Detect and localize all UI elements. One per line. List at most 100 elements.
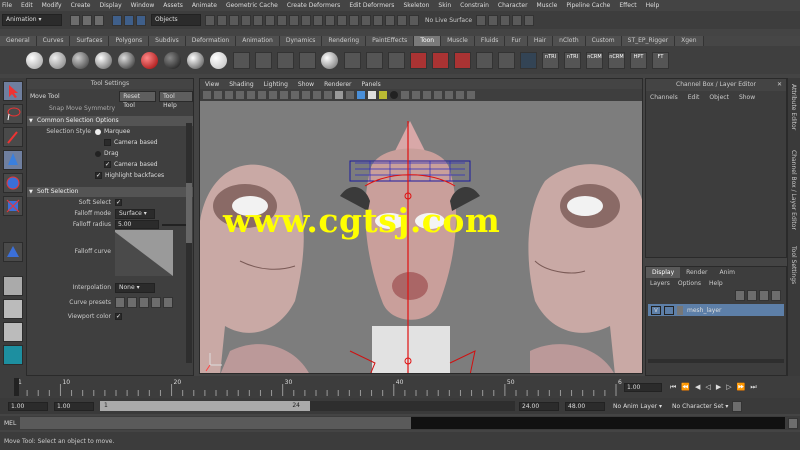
menu-item-constrain[interactable]: Constrain [460, 2, 489, 9]
snap-curve-icon[interactable] [217, 14, 227, 26]
channel-menu-object[interactable]: Object [709, 94, 729, 101]
highlight-checkbox[interactable]: ✓ [95, 172, 102, 179]
viewport-menu-lighting[interactable]: Lighting [264, 81, 288, 88]
tool-settings-scrollbar[interactable] [186, 123, 192, 363]
falloff-radius-slider[interactable] [162, 223, 186, 226]
viewport-menu-view[interactable]: View [205, 81, 219, 88]
aa-icon[interactable] [445, 91, 453, 99]
shelf-tab-polygons[interactable]: Polygons [109, 36, 150, 46]
end-time-field[interactable]: 48.00 [565, 401, 605, 411]
shelf-tab-surfaces[interactable]: Surfaces [70, 36, 110, 46]
range-bar[interactable]: 1 24 [100, 401, 310, 411]
menu-item-geometric-cache[interactable]: Geometric Cache [226, 2, 278, 9]
range-track[interactable] [310, 401, 515, 411]
scale-tool-icon[interactable] [3, 196, 23, 216]
script-editor-icon[interactable] [788, 417, 798, 429]
shelf-tab-painteffects[interactable]: PaintEffects [366, 36, 415, 46]
snap-point-icon[interactable] [229, 14, 239, 26]
shader-ball-metal-icon[interactable] [118, 51, 135, 69]
rotate-tool-icon[interactable] [3, 173, 23, 193]
shelf-ncrm-1-icon[interactable]: nCRM [586, 51, 603, 69]
select-hierarchy-icon[interactable] [112, 14, 122, 26]
motion-blur-icon[interactable] [467, 91, 475, 99]
render-icon[interactable] [277, 14, 287, 26]
vertex-snap-icon[interactable] [385, 14, 395, 26]
layer-visibility-toggle[interactable]: V [651, 305, 661, 315]
gate-mask-icon[interactable] [280, 91, 288, 99]
isolate-icon[interactable] [412, 91, 420, 99]
layer-down-icon[interactable] [747, 289, 757, 301]
tool-help-button[interactable]: Tool Help [159, 90, 193, 109]
shelf-tab-curves[interactable]: Curves [36, 36, 71, 46]
safe-action-icon[interactable] [302, 91, 310, 99]
lips-2-icon[interactable] [432, 51, 449, 69]
ao-icon[interactable] [434, 91, 442, 99]
lips-3-icon[interactable] [454, 51, 471, 69]
show-hide-layer-icon[interactable] [512, 14, 523, 26]
menu-item-effect[interactable]: Effect [619, 2, 636, 9]
shelf-tab-toon[interactable]: Toon [414, 36, 442, 46]
toon-line-icon[interactable] [299, 51, 316, 69]
layer-name[interactable]: mesh_layer [687, 307, 722, 314]
layer-row[interactable]: V mesh_layer [648, 304, 784, 316]
marquee-radio[interactable] [95, 128, 101, 135]
time-slider[interactable]: 1102030405060 1.00 ⏮⏪◀◁▶▷⏩⏭ [0, 376, 800, 398]
textured-icon[interactable] [357, 91, 365, 99]
cam-attr-icon[interactable] [214, 91, 222, 99]
playback-end-field[interactable]: 24.00 [519, 401, 559, 411]
interpolation-dropdown[interactable]: None ▾ [115, 282, 155, 293]
toon-ball-icon[interactable] [321, 51, 338, 69]
viewport-menu-shading[interactable]: Shading [229, 81, 253, 88]
bookmark-icon[interactable] [225, 91, 233, 99]
shader-ball-black-icon[interactable] [164, 51, 181, 69]
time-ruler[interactable]: 1102030405060 [10, 376, 622, 398]
viewport-color-checkbox[interactable]: ✓ [115, 313, 122, 320]
layout-four-icon[interactable] [3, 299, 23, 319]
eye-tool-icon[interactable] [344, 51, 361, 69]
tab-anim[interactable]: Anim [714, 267, 741, 278]
shelf-tab-subdivs[interactable]: Subdivs [149, 36, 186, 46]
input-line-icon[interactable] [325, 14, 335, 26]
menu-item-pipeline-cache[interactable]: Pipeline Cache [566, 2, 610, 9]
camera-icon[interactable] [203, 91, 211, 99]
safe-title-icon[interactable] [313, 91, 321, 99]
shelf-tab-custom[interactable]: Custom [585, 36, 622, 46]
new-scene-icon[interactable] [70, 14, 80, 26]
toon-outline-icon[interactable] [233, 51, 250, 69]
tab-display[interactable]: Display [646, 267, 681, 278]
playback-start-field[interactable]: 1.00 [54, 401, 94, 411]
xray-joints-icon[interactable] [401, 91, 409, 99]
menu-item-help[interactable]: Help [646, 2, 660, 9]
play-icon[interactable]: ▶ [716, 383, 726, 391]
shelf-tab-deformation[interactable]: Deformation [185, 36, 237, 46]
menu-item-window[interactable]: Window [131, 2, 155, 9]
make-live-icon[interactable] [253, 14, 263, 26]
menu-item-skeleton[interactable]: Skeleton [403, 2, 429, 9]
open-scene-icon[interactable] [82, 14, 92, 26]
hypershade-icon[interactable] [313, 14, 323, 26]
menu-item-character[interactable]: Character [498, 2, 528, 9]
live-icon[interactable] [397, 14, 407, 26]
character-set-dropdown[interactable]: No Character Set ▾ [672, 403, 728, 410]
menu-set-dropdown[interactable]: Animation ▾ [2, 14, 62, 26]
grid-icon[interactable] [247, 91, 255, 99]
image-plane-icon[interactable] [236, 91, 244, 99]
menu-item-file[interactable]: File [2, 2, 12, 9]
preset-5-icon[interactable] [163, 296, 173, 308]
shelf-ncrm-2-icon[interactable]: nCRM [608, 51, 625, 69]
shelf-tab-fluids[interactable]: Fluids [474, 36, 506, 46]
shader-ball-light-icon[interactable] [210, 51, 227, 69]
layer-menu-help[interactable]: Help [709, 280, 723, 287]
select-tool-icon[interactable] [3, 81, 23, 101]
common-selection-frame[interactable]: Common Selection Options [27, 116, 193, 126]
falloff-radius-field[interactable]: 5.00 [115, 220, 159, 229]
go-start-icon[interactable]: ⏮ [670, 383, 681, 391]
layout-outliner-icon[interactable] [3, 345, 23, 365]
joint-chain-icon[interactable] [476, 51, 493, 69]
shelf-tab-xgen[interactable]: Xgen [675, 36, 704, 46]
shader-ball-red-icon[interactable] [141, 51, 158, 69]
menu-item-create[interactable]: Create [71, 2, 91, 9]
viewport-menu-renderer[interactable]: Renderer [324, 81, 351, 88]
anim-layer-dropdown[interactable]: No Anim Layer ▾ [613, 403, 662, 410]
shader-ball-shiny-icon[interactable] [187, 51, 204, 69]
